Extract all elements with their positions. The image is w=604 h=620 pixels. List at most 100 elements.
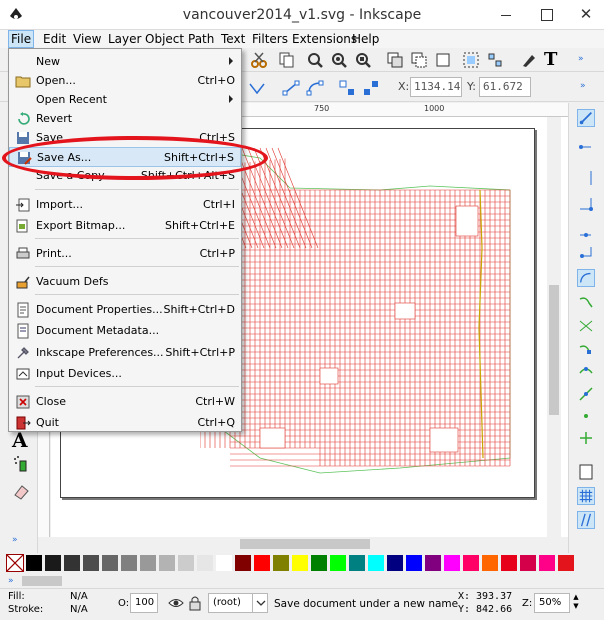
unlink-clone-icon[interactable] xyxy=(434,51,452,69)
color-swatch[interactable] xyxy=(463,555,479,571)
file-menu-item-open-recent[interactable]: Open Recent xyxy=(9,90,241,110)
snap-paths-icon[interactable] xyxy=(577,293,595,311)
snap-guides-icon[interactable] xyxy=(577,511,595,529)
snap-smooth-nodes-icon[interactable] xyxy=(577,363,595,381)
more-controls-icon[interactable]: » xyxy=(580,81,598,99)
file-menu-item-close[interactable]: Close Ctrl+W xyxy=(9,392,241,412)
color-swatch[interactable] xyxy=(64,555,80,571)
spray-tool-icon[interactable] xyxy=(12,455,30,473)
menu-path[interactable]: Path xyxy=(186,30,216,48)
menu-filters[interactable]: Filters xyxy=(250,30,290,48)
snap-page-border-icon[interactable] xyxy=(577,463,595,481)
file-menu-item-document-properties[interactable]: Document Properties... Shift+Ctrl+D xyxy=(9,300,241,320)
file-menu-item-open[interactable]: Open... Ctrl+O xyxy=(9,71,241,91)
zoom-page-icon[interactable] xyxy=(354,51,372,69)
copy-icon[interactable] xyxy=(278,51,296,69)
fill-stroke-icon[interactable] xyxy=(520,51,538,69)
menu-layer[interactable]: Layer xyxy=(106,30,143,48)
file-menu-item-import[interactable]: Import... Ctrl+I xyxy=(9,195,241,215)
color-swatch[interactable] xyxy=(45,555,61,571)
node-curve-icon[interactable] xyxy=(306,79,324,97)
maximize-button[interactable] xyxy=(526,0,566,29)
snap-grid-icon[interactable] xyxy=(577,487,595,505)
file-menu-item-print[interactable]: Print... Ctrl+P xyxy=(9,244,241,264)
eraser-tool-icon[interactable] xyxy=(12,483,30,501)
horizontal-scroll-thumb[interactable] xyxy=(240,539,370,549)
color-swatch[interactable] xyxy=(140,555,156,571)
snap-bbox-center-icon[interactable] xyxy=(577,243,595,261)
color-swatch[interactable] xyxy=(558,555,574,571)
chevron-down-icon[interactable] xyxy=(252,594,268,612)
y-coord-input[interactable]: 61.672 xyxy=(479,77,531,97)
zoom-spinner[interactable]: ▲ ▼ xyxy=(571,593,581,613)
snap-line-midpoints-icon[interactable] xyxy=(577,385,595,403)
snap-bbox-edge-icon[interactable] xyxy=(577,169,595,187)
vertical-scroll-thumb[interactable] xyxy=(549,285,559,415)
snap-rotation-center-icon[interactable] xyxy=(577,429,595,447)
no-paint-swatch[interactable] xyxy=(6,554,24,572)
color-swatch[interactable] xyxy=(102,555,118,571)
menu-help[interactable]: Help xyxy=(350,30,381,48)
lock-icon[interactable] xyxy=(188,594,202,612)
color-swatch[interactable] xyxy=(83,555,99,571)
file-menu-item-vacuum-defs[interactable]: Vacuum Defs xyxy=(9,272,241,292)
color-swatch[interactable] xyxy=(26,555,42,571)
color-swatch[interactable] xyxy=(311,555,327,571)
palette-menu-icon[interactable]: » xyxy=(8,576,14,586)
color-swatch[interactable] xyxy=(330,555,346,571)
snap-toggle-icon[interactable] xyxy=(577,109,595,127)
vancouver-street-map[interactable] xyxy=(200,128,520,478)
clone-icon[interactable] xyxy=(410,51,428,69)
color-swatch[interactable] xyxy=(121,555,137,571)
color-swatch[interactable] xyxy=(387,555,403,571)
node-line-icon[interactable] xyxy=(282,79,300,97)
snap-bbox-icon[interactable] xyxy=(577,143,595,161)
color-swatch[interactable] xyxy=(406,555,422,571)
palette-scroll-thumb[interactable] xyxy=(22,576,62,586)
color-swatch[interactable] xyxy=(425,555,441,571)
snap-object-midpoints-icon[interactable] xyxy=(577,407,595,425)
ungroup-icon[interactable] xyxy=(486,51,504,69)
file-menu-item-quit[interactable]: Quit Ctrl+Q xyxy=(9,413,241,433)
color-swatch[interactable] xyxy=(539,555,555,571)
color-swatch[interactable] xyxy=(482,555,498,571)
file-menu-item-input-devices[interactable]: Input Devices... xyxy=(9,364,241,384)
color-swatch[interactable] xyxy=(444,555,460,571)
color-swatch[interactable] xyxy=(520,555,536,571)
color-swatch[interactable] xyxy=(349,555,365,571)
color-swatch[interactable] xyxy=(501,555,517,571)
opacity-input[interactable]: 100 xyxy=(130,593,158,613)
close-window-button[interactable]: ✕ xyxy=(566,0,604,29)
color-swatch[interactable] xyxy=(216,555,232,571)
file-menu-item-export-bitmap[interactable]: Export Bitmap... Shift+Ctrl+E xyxy=(9,216,241,236)
menu-file[interactable]: File xyxy=(8,30,35,48)
color-swatch[interactable] xyxy=(197,555,213,571)
x-coord-input[interactable]: 1134.14 xyxy=(410,77,462,97)
menu-edit[interactable]: Edit xyxy=(41,30,68,48)
menu-object[interactable]: Object xyxy=(143,30,186,48)
more-tools-icon[interactable]: » xyxy=(12,535,30,553)
node-cusp-icon[interactable] xyxy=(248,79,266,97)
duplicate-icon[interactable] xyxy=(386,51,404,69)
file-menu-item-new[interactable]: New xyxy=(9,52,241,72)
file-menu-item-inkscape-preferences[interactable]: Inkscape Preferences... Shift+Ctrl+P xyxy=(9,343,241,363)
minimize-button[interactable] xyxy=(486,0,526,29)
zoom-selection-icon[interactable] xyxy=(306,51,324,69)
snap-path-intersection-icon[interactable] xyxy=(577,317,595,335)
color-swatch[interactable] xyxy=(178,555,194,571)
snap-cusp-nodes-icon[interactable] xyxy=(577,341,595,359)
menu-view[interactable]: View xyxy=(71,30,103,48)
color-swatch[interactable] xyxy=(235,555,251,571)
text-font-icon[interactable]: T xyxy=(544,49,562,70)
snap-nodes-icon[interactable] xyxy=(577,269,595,287)
zoom-drawing-icon[interactable] xyxy=(330,51,348,69)
menu-text[interactable]: Text xyxy=(219,30,247,48)
more-toolbar-icon[interactable]: » xyxy=(578,54,596,72)
color-swatch[interactable] xyxy=(273,555,289,571)
file-menu-item-revert[interactable]: Revert xyxy=(9,109,241,129)
snap-bbox-corner-icon[interactable] xyxy=(577,195,595,213)
eye-visibility-icon[interactable] xyxy=(168,595,184,611)
color-swatch[interactable] xyxy=(368,555,384,571)
object-to-path-icon[interactable] xyxy=(338,79,356,97)
zoom-input[interactable]: 50% xyxy=(534,593,570,613)
